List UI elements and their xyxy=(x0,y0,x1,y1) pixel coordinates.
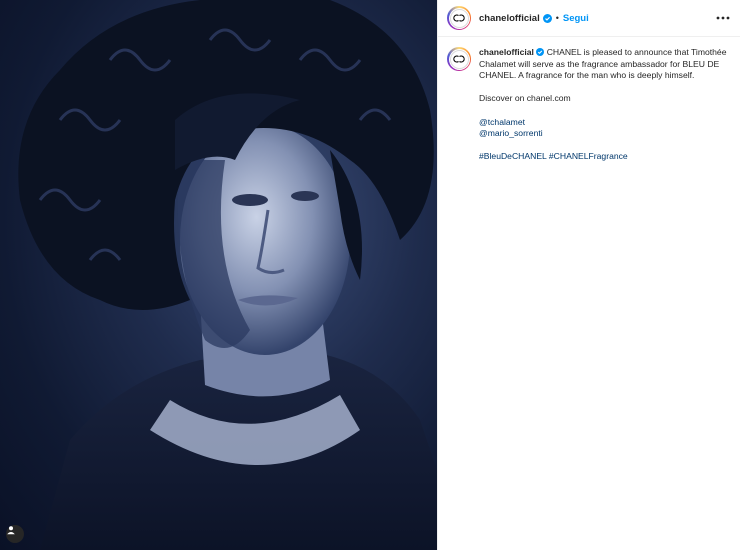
caption-discover: Discover on chanel.com xyxy=(479,93,571,104)
more-options-icon xyxy=(716,16,730,20)
author-username[interactable]: chanelofficial xyxy=(479,13,540,24)
mention-link[interactable]: @mario_sorrenti xyxy=(479,128,728,140)
header-separator: • xyxy=(555,13,559,23)
user-tag-button[interactable] xyxy=(6,525,24,543)
caption-avatar[interactable] xyxy=(447,47,471,71)
chanel-logo-icon xyxy=(453,55,465,63)
instagram-post: chanelofficial • Segui chanelofficial CH… xyxy=(0,0,740,550)
follow-button[interactable]: Segui xyxy=(563,13,589,24)
post-header: chanelofficial • Segui xyxy=(438,0,740,37)
mention-link[interactable]: @tchalamet xyxy=(479,117,728,129)
caption-username[interactable]: chanelofficial xyxy=(479,47,534,57)
hashtag-links[interactable]: #BleuDeCHANEL #CHANELFragrance xyxy=(479,151,728,163)
portrait-illustration xyxy=(18,0,437,550)
more-options-button[interactable] xyxy=(715,10,731,26)
author-avatar[interactable] xyxy=(447,6,471,30)
verified-badge-icon xyxy=(536,48,545,56)
caption: chanelofficial CHANEL is pleased to anno… xyxy=(438,37,740,163)
caption-body: chanelofficial CHANEL is pleased to anno… xyxy=(479,47,728,163)
chanel-logo-icon xyxy=(453,14,465,22)
post-photo[interactable] xyxy=(0,0,437,550)
user-tag-icon xyxy=(7,526,15,535)
verified-badge-icon xyxy=(542,13,552,23)
post-side-panel: chanelofficial • Segui chanelofficial CH… xyxy=(437,0,740,550)
